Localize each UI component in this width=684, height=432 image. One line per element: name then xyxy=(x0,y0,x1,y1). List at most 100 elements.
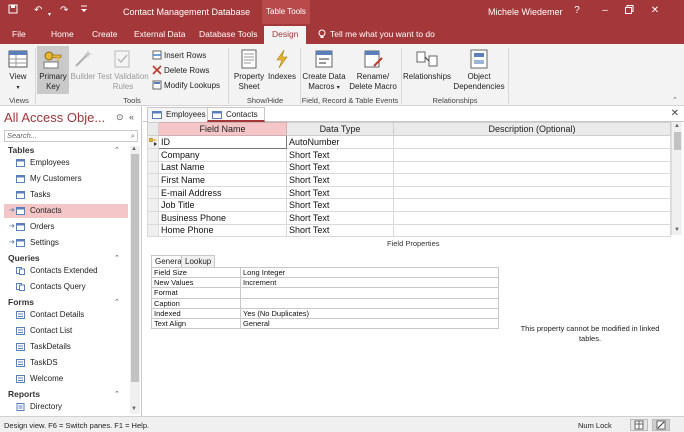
customize-quick-access-icon[interactable] xyxy=(80,4,88,19)
tab-file[interactable]: File xyxy=(12,29,26,39)
help-button[interactable]: ? xyxy=(570,5,584,16)
table-row[interactable]: ID AutoNumber xyxy=(147,135,671,149)
nav-pane-header[interactable]: All Access Obje... xyxy=(4,110,105,125)
chevron-up-icon[interactable]: ⌃ xyxy=(114,254,120,262)
grid-scroll-thumb[interactable] xyxy=(674,132,681,150)
data-type-cell[interactable]: Short Text xyxy=(286,223,394,238)
description-cell[interactable] xyxy=(393,198,671,212)
nav-item-taskds[interactable]: TaskDS xyxy=(4,356,128,370)
insert-rows-button[interactable]: Insert Rows xyxy=(152,50,206,61)
view-button[interactable]: View ▾ xyxy=(4,48,32,93)
description-cell[interactable] xyxy=(393,148,671,162)
row-selector[interactable] xyxy=(147,173,159,187)
table-row[interactable]: First Name Short Text xyxy=(147,173,671,187)
table-row[interactable]: Company Short Text xyxy=(147,148,671,162)
nav-item-directory[interactable]: Directory xyxy=(4,400,128,414)
field-name-cell[interactable]: Business Phone xyxy=(158,210,287,225)
close-window-icon[interactable]: ✕ xyxy=(648,5,662,16)
row-selector[interactable] xyxy=(147,148,159,162)
row-selector-header[interactable] xyxy=(147,122,159,136)
column-header-field-name[interactable]: Field Name xyxy=(158,122,287,136)
nav-category-queries[interactable]: Queries xyxy=(8,253,40,263)
nav-item-contacts-query[interactable]: Contacts Query xyxy=(4,280,128,294)
search-icon[interactable]: ⌕ xyxy=(131,131,135,141)
tab-home[interactable]: Home xyxy=(51,29,74,39)
table-row[interactable]: Business Phone Short Text xyxy=(147,210,671,225)
object-dependencies-button[interactable]: Object Dependencies xyxy=(452,48,506,92)
delete-rows-button[interactable]: Delete Rows xyxy=(152,65,209,76)
data-type-cell[interactable]: Short Text xyxy=(286,160,394,175)
scroll-up-icon[interactable]: ▲ xyxy=(131,146,137,152)
tab-lookup[interactable]: Lookup xyxy=(181,255,216,267)
redo-icon[interactable]: ↷ xyxy=(60,4,68,18)
nav-scroll-thumb[interactable] xyxy=(131,154,139,382)
description-cell[interactable] xyxy=(393,210,671,225)
collapse-ribbon-icon[interactable]: ⌃ xyxy=(672,96,678,104)
data-type-cell[interactable]: Short Text xyxy=(286,148,394,162)
property-value[interactable]: General xyxy=(240,317,499,330)
field-name-cell[interactable]: Home Phone xyxy=(158,223,287,238)
description-cell[interactable] xyxy=(393,185,671,200)
grid-scrollbar[interactable]: ▲ ▼ xyxy=(671,122,682,235)
nav-category-reports[interactable]: Reports xyxy=(8,389,40,399)
nav-category-tables[interactable]: Tables xyxy=(8,145,34,155)
chevron-up-icon[interactable]: ⌃ xyxy=(114,390,120,398)
user-name[interactable]: Michele Wiedemer xyxy=(488,7,563,17)
nav-item-employees[interactable]: Employees xyxy=(4,156,128,170)
nav-item-settings[interactable]: ➔ Settings xyxy=(4,236,128,250)
description-cell[interactable] xyxy=(393,160,671,175)
column-header-description[interactable]: Description (Optional) xyxy=(393,122,671,136)
relationships-button[interactable]: Relationships xyxy=(403,48,451,82)
data-type-cell[interactable]: Short Text xyxy=(286,210,394,225)
rename-delete-macro-button[interactable]: Rename/Delete Macro xyxy=(348,48,398,92)
property-value[interactable] xyxy=(240,287,499,299)
primary-key-button[interactable]: Primary Key xyxy=(37,46,69,94)
data-type-cell[interactable]: Short Text xyxy=(286,198,394,212)
scroll-down-icon[interactable]: ▼ xyxy=(674,227,680,233)
save-icon[interactable] xyxy=(8,4,18,19)
undo-icon[interactable]: ↶ xyxy=(34,4,42,18)
data-type-cell[interactable]: Short Text xyxy=(286,185,394,200)
tell-me-search[interactable]: Tell me what you want to do xyxy=(330,29,435,39)
minimize-icon[interactable]: – xyxy=(598,5,612,16)
description-cell[interactable] xyxy=(393,173,671,187)
chevron-up-icon[interactable]: ⌃ xyxy=(114,298,120,306)
scroll-up-icon[interactable]: ▲ xyxy=(674,123,680,129)
nav-item-taskdetails[interactable]: TaskDetails xyxy=(4,340,128,354)
restore-icon[interactable] xyxy=(622,5,636,17)
nav-search-input[interactable]: Search... ⌕ xyxy=(4,130,138,142)
nav-item-tasks[interactable]: Tasks xyxy=(4,188,128,202)
property-row[interactable]: New Values Increment xyxy=(151,277,499,289)
description-cell[interactable] xyxy=(393,135,671,149)
tab-database-tools[interactable]: Database Tools xyxy=(199,29,257,39)
nav-pane-menu-icon[interactable]: ⊙ xyxy=(116,112,124,123)
property-sheet-button[interactable]: Property Sheet xyxy=(231,48,267,92)
test-validation-rules-button[interactable]: Test Validation Rules xyxy=(96,48,150,92)
column-header-data-type[interactable]: Data Type xyxy=(286,122,394,136)
design-view-button[interactable] xyxy=(652,419,670,431)
row-selector[interactable] xyxy=(147,210,159,225)
close-document-icon[interactable]: ✕ xyxy=(671,108,679,119)
row-selector[interactable] xyxy=(147,135,159,149)
nav-item-contact-details[interactable]: Contact Details xyxy=(4,308,128,322)
doc-tab-contacts[interactable]: Contacts xyxy=(207,107,265,122)
shutter-bar-close-icon[interactable]: « xyxy=(129,112,134,122)
indexes-button[interactable]: Indexes xyxy=(266,48,298,82)
nav-item-my-customers[interactable]: My Customers xyxy=(4,172,128,186)
chevron-up-icon[interactable]: ⌃ xyxy=(114,146,120,154)
property-value[interactable]: Long Integer xyxy=(240,266,499,279)
property-row[interactable]: Text Align General xyxy=(151,317,499,330)
datasheet-view-button[interactable] xyxy=(630,419,648,431)
property-value[interactable] xyxy=(240,297,499,309)
table-row[interactable]: E-mail Address Short Text xyxy=(147,185,671,200)
property-value[interactable]: Increment xyxy=(240,277,499,289)
row-selector[interactable] xyxy=(147,223,159,238)
row-selector[interactable] xyxy=(147,185,159,200)
builder-button[interactable]: Builder xyxy=(70,48,96,82)
modify-lookups-button[interactable]: Modify Lookups xyxy=(152,80,220,91)
nav-item-welcome[interactable]: Welcome xyxy=(4,372,128,386)
nav-item-orders[interactable]: ➔ Orders xyxy=(4,220,128,234)
field-name-cell[interactable]: E-mail Address xyxy=(158,185,287,200)
doc-tab-employees[interactable]: Employees xyxy=(147,107,213,122)
nav-category-forms[interactable]: Forms xyxy=(8,297,34,307)
